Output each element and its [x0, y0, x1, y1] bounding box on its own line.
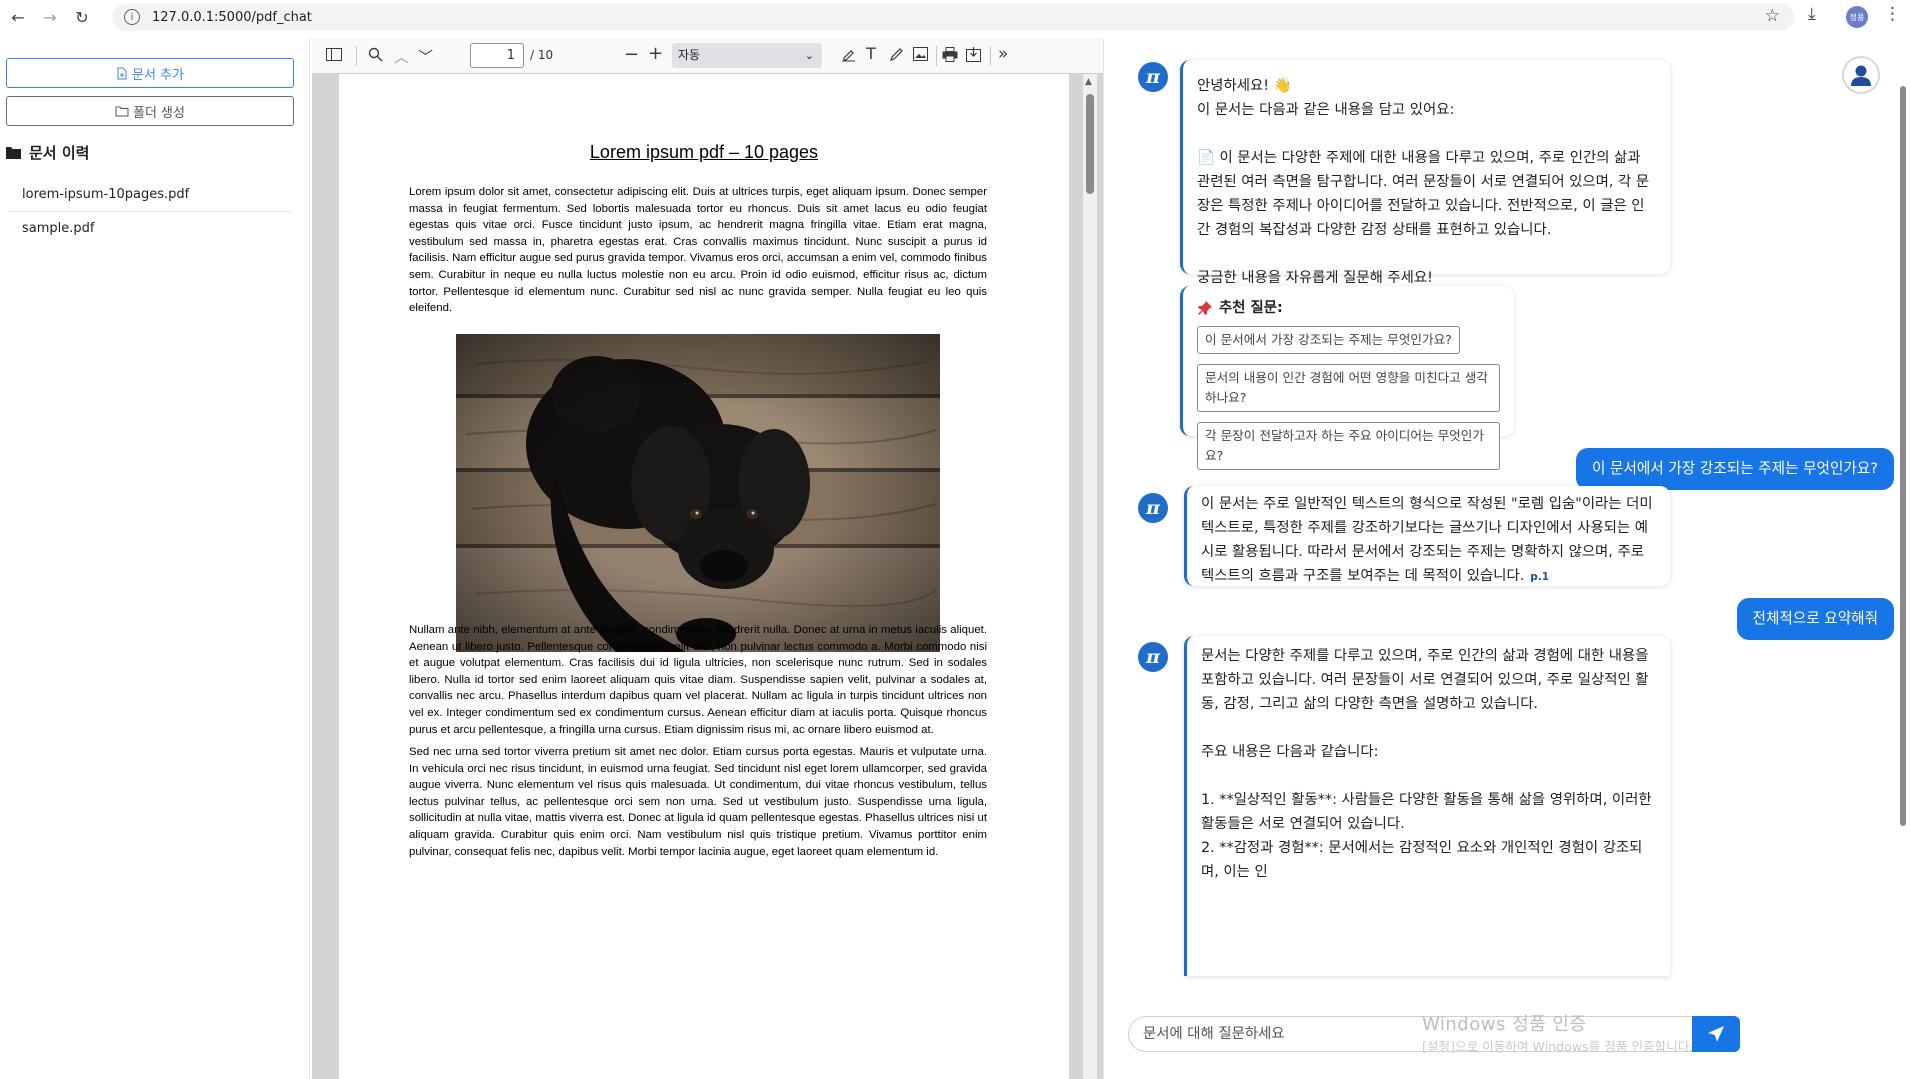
zoom-select[interactable]: 자동 ⌄: [672, 43, 822, 68]
bot-answer-text: 문서는 다양한 주제를 다루고 있으며, 주로 인간의 삶과 경험에 대한 내용…: [1201, 648, 1649, 712]
search-icon[interactable]: [368, 47, 383, 62]
greeting-line: 안녕하세요! 👋: [1197, 78, 1292, 94]
folder-plus-icon: [115, 106, 129, 117]
document-sidebar: 문서 추가 폴더 생성 문서 이력 lorem-ipsum-10pages.pd…: [0, 38, 310, 1079]
browser-toolbar: ← → ↻ i 127.0.0.1:5000/pdf_chat ☆ ⤓ 정용 ⋮: [0, 0, 1910, 34]
toolbar-divider: [990, 46, 991, 66]
chat-scrollbar[interactable]: [1897, 38, 1909, 988]
draw-icon[interactable]: [889, 47, 904, 62]
site-info-icon[interactable]: i: [124, 9, 140, 25]
history-header: 문서 이력: [6, 142, 89, 163]
bot-answer-text: 1. **일상적인 활동**: 사람들은 다양한 활동을 통해 삶을 영위하며,…: [1201, 792, 1652, 832]
zoom-in-icon[interactable]: +: [648, 43, 663, 64]
print-icon[interactable]: [942, 47, 958, 62]
windows-activation-subtext: [설정]으로 이동하여 Windows를 정품 인증합니다.: [1422, 1039, 1694, 1054]
previous-page-icon[interactable]: ︿: [394, 46, 409, 67]
bot-answer-text: 주요 내용은 다음과 같습니다:: [1201, 744, 1379, 760]
user-icon: [1851, 65, 1871, 86]
bookmark-star-icon[interactable]: ☆: [1765, 6, 1780, 26]
greeting-line: 이 문서는 다음과 같은 내용을 담고 있어요:: [1197, 102, 1455, 118]
file-plus-icon: [117, 67, 127, 79]
highlight-icon[interactable]: [841, 47, 856, 62]
history-title: 문서 이력: [29, 144, 90, 162]
back-icon[interactable]: ←: [4, 3, 32, 31]
pdf-page-title: Lorem ipsum pdf – 10 pages: [589, 142, 819, 162]
bot-avatar-icon: π: [1138, 642, 1168, 672]
user-avatar[interactable]: [1842, 56, 1880, 94]
create-folder-button[interactable]: 폴더 생성: [6, 96, 294, 126]
bot-avatar-icon: π: [1138, 62, 1168, 92]
document-history-list: lorem-ipsum-10pages.pdf sample.pdf: [8, 178, 292, 245]
document-item[interactable]: lorem-ipsum-10pages.pdf: [8, 178, 292, 212]
chevron-down-icon: ⌄: [804, 49, 814, 62]
user-message: 이 문서에서 가장 강조되는 주제는 무엇인가요?: [1575, 448, 1894, 490]
text-tool-icon[interactable]: T: [866, 44, 876, 63]
pdf-paragraph: Nullam ante nibh, elementum at ante cong…: [409, 624, 987, 736]
toolbar-divider: [936, 46, 937, 66]
bot-answer-message: 문서는 다양한 주제를 다루고 있으며, 주로 인간의 삶과 경험에 대한 내용…: [1184, 636, 1670, 976]
document-summary: 📄 이 문서는 다양한 주제에 대한 내용을 다루고 있으며, 주로 인간의 삶…: [1197, 150, 1650, 238]
suggested-questions-card: 추천 질문: 이 문서에서 가장 강조되는 주제는 무엇인가요? 문서의 내용이…: [1180, 286, 1514, 470]
pushpin-icon: [1198, 301, 1212, 315]
chat-input-area: 문서에 대해 질문하세요 Windows 정품 인증 [설정]으로 이동하여 W…: [1104, 988, 1910, 1079]
save-icon[interactable]: [966, 47, 981, 62]
pdf-toolbar: ︿ ﹀ 1 / 10 − + 자동 ⌄ T »: [312, 38, 1103, 74]
url-text: 127.0.0.1:5000/pdf_chat: [152, 9, 312, 25]
scroll-up-icon[interactable]: ▲: [1085, 77, 1092, 87]
zoom-out-icon[interactable]: −: [624, 44, 639, 65]
pdf-paragraph: Sed nec urna sed tortor viverra pretium …: [409, 746, 987, 858]
pdf-viewer: ︿ ﹀ 1 / 10 − + 자동 ⌄ T » Lorem ipsum pdf …: [312, 38, 1103, 1079]
bot-answer-text: 이 문서는 주로 일반적인 텍스트의 형식으로 작성된 "로렘 입숨"이라는 더…: [1201, 496, 1653, 584]
profile-avatar[interactable]: 정용: [1846, 6, 1868, 28]
pdf-scroll-thumb[interactable]: [1086, 94, 1094, 194]
pdf-page: Lorem ipsum pdf – 10 pages Lorem ipsum d…: [339, 74, 1069, 1079]
suggested-question-chip[interactable]: 문서의 내용이 인간 경험에 어떤 영향을 미친다고 생각하나요?: [1197, 364, 1500, 412]
forward-icon[interactable]: →: [36, 3, 64, 31]
download-icon[interactable]: ⤓: [1808, 4, 1816, 24]
toolbar-divider: [356, 46, 357, 66]
folder-icon: [6, 147, 21, 159]
chat-scroll-thumb[interactable]: [1900, 86, 1906, 826]
address-bar[interactable]: i 127.0.0.1:5000/pdf_chat ☆: [112, 3, 1794, 31]
add-document-button[interactable]: 문서 추가: [6, 58, 294, 88]
puppy-photo: [456, 334, 940, 652]
more-tools-icon[interactable]: »: [998, 44, 1008, 64]
send-button[interactable]: [1692, 1016, 1740, 1052]
bot-greeting-message: 안녕하세요! 👋 이 문서는 다음과 같은 내용을 담고 있어요: 📄 이 문서…: [1180, 60, 1670, 286]
sidebar-toggle-icon[interactable]: [326, 48, 342, 61]
reload-icon[interactable]: ↻: [68, 3, 96, 31]
bot-answer-text: 2. **감정과 경험**: 문서에서는 감정적인 요소와 개인적인 경험이 강…: [1201, 840, 1643, 880]
pdf-scrollbar[interactable]: ▲: [1083, 74, 1097, 1079]
browser-menu-icon[interactable]: ⋮: [1884, 4, 1901, 24]
user-message: 전체적으로 요약해줘: [1736, 598, 1894, 640]
create-folder-label: 폴더 생성: [133, 105, 185, 121]
add-document-label: 문서 추가: [132, 67, 184, 83]
pdf-paragraph: Lorem ipsum dolor sit amet, consectetur …: [409, 186, 987, 315]
suggested-question-chip[interactable]: 각 문장이 전달하고자 하는 주요 아이디어는 무엇인가요?: [1197, 422, 1500, 470]
windows-activation-watermark: Windows 정품 인증: [1422, 1014, 1587, 1035]
chat-panel: π 안녕하세요! 👋 이 문서는 다음과 같은 내용을 담고 있어요: 📄 이 …: [1103, 38, 1910, 1079]
bot-answer-message: 이 문서는 주로 일반적인 텍스트의 형식으로 작성된 "로렘 입숨"이라는 더…: [1184, 486, 1670, 586]
bot-avatar-icon: π: [1138, 493, 1168, 523]
page-reference-link[interactable]: p.1: [1530, 571, 1549, 583]
page-number-input[interactable]: 1: [470, 43, 524, 68]
document-item[interactable]: sample.pdf: [8, 212, 292, 245]
zoom-value: 자동: [678, 48, 701, 62]
next-page-icon[interactable]: ﹀: [418, 46, 433, 67]
page-total: / 10: [530, 48, 554, 62]
image-tool-icon[interactable]: [913, 47, 928, 61]
suggestions-title: 추천 질문:: [1219, 300, 1283, 316]
suggested-question-chip[interactable]: 이 문서에서 가장 강조되는 주제는 무엇인가요?: [1197, 326, 1460, 354]
send-icon: [1708, 1026, 1724, 1042]
suggestions-header: 추천 질문:: [1197, 296, 1500, 320]
